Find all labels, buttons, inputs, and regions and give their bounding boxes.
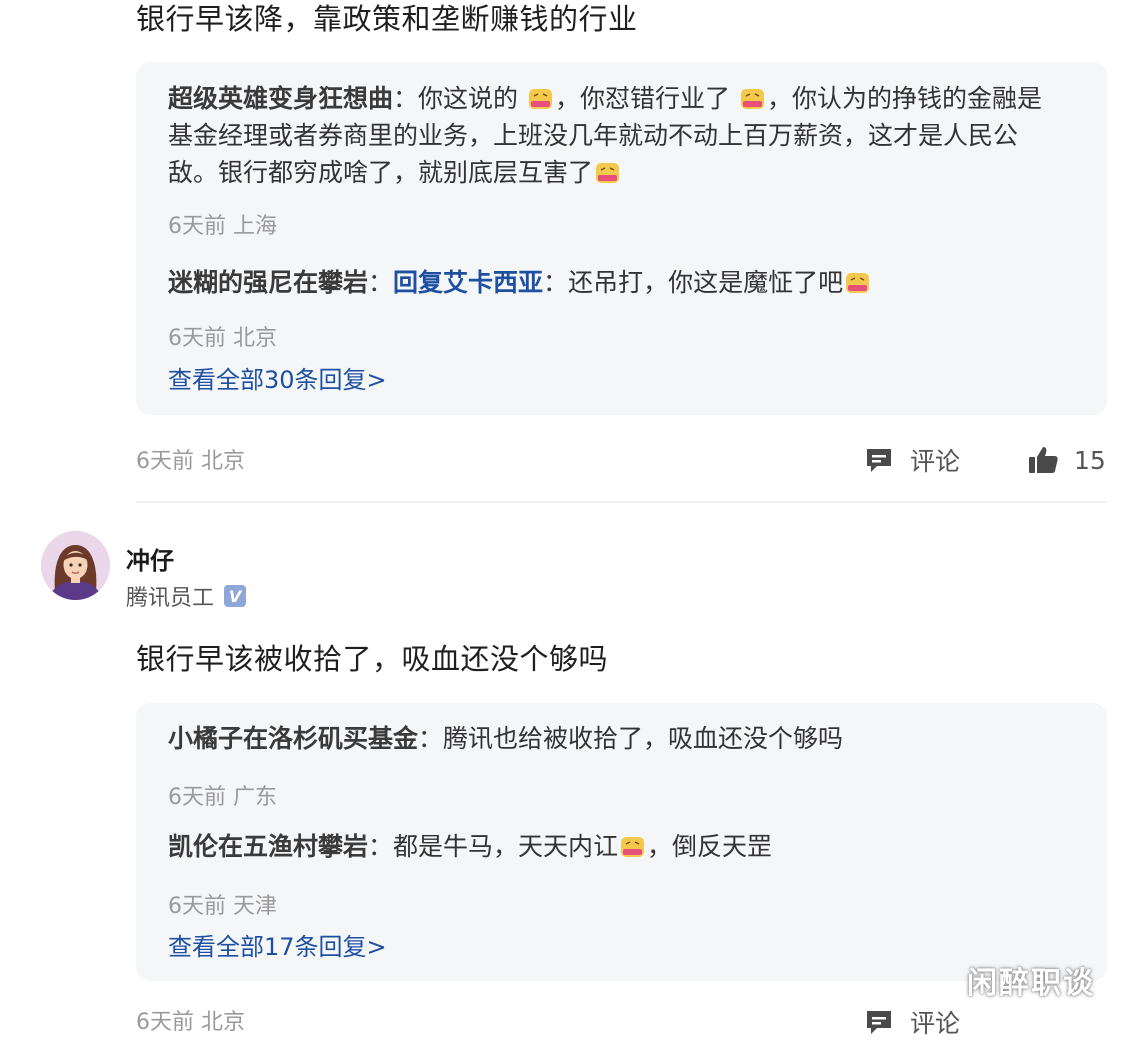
reply-item: 小橘子在洛杉矶买基金：腾讯也给被收拾了，吸血还没个够吗 — [168, 720, 1088, 757]
reply-item: 迷糊的强尼在攀岩：回复艾卡西亚：还吊打，你这是魔怔了吧 — [168, 264, 1088, 301]
avatar[interactable] — [41, 531, 110, 600]
comment-label: 评论 — [910, 447, 961, 476]
grimace-emoji-icon — [621, 837, 645, 857]
reply-separator: ： — [543, 268, 569, 297]
like-button[interactable]: 15 — [1028, 442, 1106, 478]
view-all-replies-link[interactable]: 查看全部17条回复> — [168, 927, 387, 962]
reply-meta: 6天前 天津 — [168, 894, 277, 919]
verified-badge-icon: V — [224, 585, 247, 607]
reply-separator: ： — [368, 268, 394, 297]
watermark: 闲醉职谈 — [967, 966, 1095, 1001]
comment-icon — [867, 1011, 891, 1034]
like-count: 15 — [1074, 445, 1106, 475]
reply-text: 敌。银行都穷成啥了，就别底层互害了 — [168, 158, 594, 187]
user-title-row: 腾讯员工 V — [126, 580, 247, 612]
comment-label: 评论 — [910, 1009, 961, 1038]
comment-text: 银行早该降，靠政策和垄断赚钱的行业 — [136, 2, 638, 36]
view-all-replies-link[interactable]: 查看全部30条回复> — [168, 360, 387, 395]
reply-item: 凯伦在五渔村攀岩：都是牛马，天天内讧 ，倒反天罡 — [168, 828, 1088, 865]
reply-author[interactable]: 超级英雄变身狂想曲 — [168, 84, 393, 113]
user-title: 腾讯员工 — [126, 586, 215, 611]
reply-meta: 6天前 广东 — [168, 785, 277, 810]
reply-text: 还吊打，你这是魔怔了吧 — [568, 268, 844, 297]
reply-author[interactable]: 迷糊的强尼在攀岩 — [168, 268, 368, 297]
reply-meta: 6天前 上海 — [168, 214, 277, 239]
reply-item: 超级英雄变身狂想曲：你这说的 ，你怼错行业了 ，你认为的挣钱的金融是 基金经理或… — [168, 80, 1088, 191]
grimace-emoji-icon — [596, 163, 620, 183]
reply-text: 你这说的 — [418, 84, 519, 113]
grimace-emoji-icon — [846, 273, 870, 293]
grimace-emoji-icon — [740, 89, 764, 109]
username[interactable]: 冲仔 — [126, 541, 174, 576]
comment-button[interactable]: 评论 — [864, 442, 960, 478]
comment-button[interactable]: 评论 — [864, 1004, 960, 1040]
reply-meta: 6天前 北京 — [168, 326, 277, 351]
reply-text: ，你怼错行业了 — [555, 84, 731, 113]
reply-text: 基金经理或者券商里的业务，上班没几年就动不动上百万薪资，这才是人民公 — [168, 121, 1019, 150]
reply-text: 腾讯也给被收拾了，吸血还没个够吗 — [443, 724, 844, 753]
thumbs-up-icon — [1029, 447, 1058, 473]
grimace-emoji-icon — [529, 89, 552, 109]
reply-text: ，倒反天罡 — [647, 832, 773, 861]
reply-to-link[interactable]: 回复艾卡西亚 — [393, 268, 543, 297]
reply-author[interactable]: 小橘子在洛杉矶买基金 — [168, 724, 418, 753]
comment-divider — [136, 501, 1107, 503]
reply-separator: ： — [418, 724, 444, 753]
user-avatar-icon — [41, 531, 110, 600]
comment-meta: 6天前 北京 — [136, 1010, 245, 1035]
reply-author[interactable]: 凯伦在五渔村攀岩 — [168, 832, 368, 861]
comment-text: 银行早该被收拾了，吸血还没个够吗 — [136, 642, 609, 676]
reply-separator: ： — [368, 832, 394, 861]
reply-box: 超级英雄变身狂想曲：你这说的 ，你怼错行业了 ，你认为的挣钱的金融是 基金经理或… — [136, 62, 1107, 415]
reply-text: 都是牛马，天天内讧 — [393, 832, 619, 861]
reply-box: 小橘子在洛杉矶买基金：腾讯也给被收拾了，吸血还没个够吗 6天前 广东 凯伦在五渔… — [136, 703, 1107, 981]
reply-separator: ： — [393, 84, 419, 113]
comment-icon — [867, 449, 891, 472]
reply-text: ，你认为的挣钱的金融是 — [766, 84, 1042, 113]
comment-meta: 6天前 北京 — [136, 449, 245, 474]
